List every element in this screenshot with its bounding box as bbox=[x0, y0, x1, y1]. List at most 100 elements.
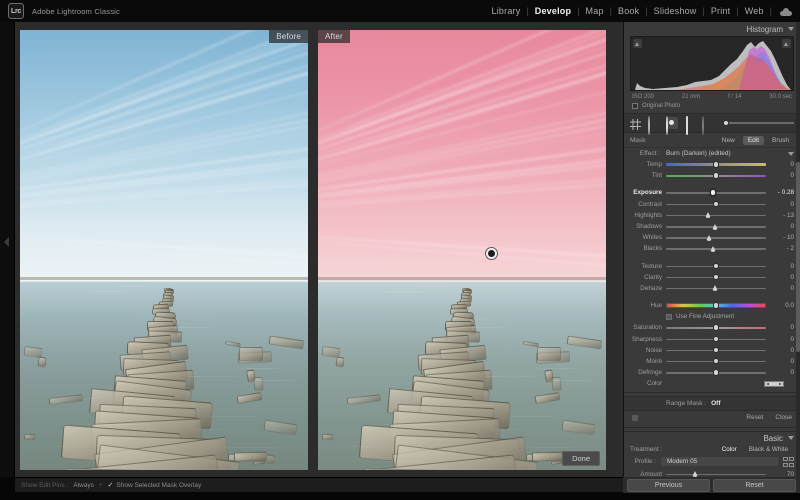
basic-panel-header[interactable]: Basic bbox=[624, 431, 800, 444]
slider-knob[interactable] bbox=[713, 358, 720, 365]
slider-knob[interactable] bbox=[713, 369, 720, 376]
module-book[interactable]: Book bbox=[612, 6, 645, 16]
slider-value[interactable]: 0 bbox=[770, 347, 794, 354]
fine-adjustment-checkbox[interactable]: Use Fine Adjustment bbox=[624, 311, 800, 322]
slider-track-defringe[interactable] bbox=[666, 371, 766, 374]
slider-knob[interactable] bbox=[713, 263, 720, 270]
slider-track-saturation[interactable] bbox=[666, 326, 766, 329]
red-eye-icon[interactable] bbox=[684, 117, 696, 129]
slider-value[interactable]: 0 bbox=[770, 358, 794, 365]
slider-track-moir[interactable] bbox=[666, 360, 766, 363]
color-swatch[interactable] bbox=[764, 381, 784, 387]
crop-overlay-icon[interactable] bbox=[630, 117, 642, 129]
slider-track-shadows[interactable] bbox=[666, 225, 766, 228]
slider-knob[interactable] bbox=[713, 161, 720, 168]
amount-slider[interactable] bbox=[666, 473, 766, 476]
slider-knob[interactable] bbox=[713, 201, 720, 208]
slider-value[interactable]: 0 bbox=[770, 274, 794, 281]
slider-value[interactable]: 0 bbox=[770, 172, 794, 179]
slider-track-temp[interactable] bbox=[666, 163, 766, 166]
effect-row[interactable]: Effect : Burn (Darken) (edited) bbox=[624, 147, 800, 159]
slider-value[interactable]: 0.0 bbox=[770, 302, 794, 309]
profile-browser-icon[interactable] bbox=[783, 457, 795, 467]
slider-value[interactable]: 0 bbox=[770, 201, 794, 208]
slider-value[interactable]: - 2 bbox=[770, 245, 794, 252]
slider-track-hue[interactable] bbox=[666, 304, 766, 307]
left-panel-collapsed[interactable] bbox=[0, 22, 15, 477]
done-button[interactable]: Done bbox=[562, 451, 600, 466]
chevron-down-icon[interactable] bbox=[788, 152, 794, 156]
mask-close-button[interactable]: Close bbox=[775, 414, 792, 421]
module-slideshow[interactable]: Slideshow bbox=[648, 6, 703, 16]
module-print[interactable]: Print bbox=[705, 6, 737, 16]
slider-knob[interactable] bbox=[710, 189, 717, 196]
slider-knob[interactable] bbox=[713, 347, 720, 354]
slider-track-noise[interactable] bbox=[666, 349, 766, 352]
slider-track-exposure[interactable] bbox=[666, 191, 766, 194]
range-mask-value[interactable]: Off bbox=[711, 400, 720, 407]
slider-track-clarity[interactable] bbox=[666, 276, 766, 279]
slider-track-texture[interactable] bbox=[666, 265, 766, 268]
slider-value[interactable]: 0 bbox=[770, 336, 794, 343]
edit-pin[interactable] bbox=[486, 248, 497, 259]
mask-brush-button[interactable]: Brush bbox=[767, 136, 794, 145]
masking-icon[interactable] bbox=[666, 117, 678, 129]
chevron-right-icon[interactable] bbox=[4, 237, 9, 247]
show-mask-overlay-checkbox[interactable]: ✓ Show Selected Mask Overlay bbox=[108, 482, 202, 489]
before-pane[interactable]: Before bbox=[20, 30, 308, 470]
slider-value[interactable]: 0 bbox=[770, 369, 794, 376]
module-library[interactable]: Library bbox=[486, 6, 527, 16]
radial-filter-icon[interactable] bbox=[702, 117, 714, 129]
slider-knob[interactable] bbox=[706, 235, 712, 241]
module-map[interactable]: Map bbox=[580, 6, 610, 16]
mask-edit-button[interactable]: Edit bbox=[743, 136, 764, 145]
mask-color-row[interactable]: Color bbox=[624, 378, 800, 389]
treatment-bw-option[interactable]: Black & White bbox=[743, 446, 794, 453]
reset-button[interactable]: Reset bbox=[713, 479, 796, 492]
slider-track-blacks[interactable] bbox=[666, 247, 766, 250]
right-panel-scrollbar[interactable] bbox=[796, 22, 800, 477]
tool-amount-slider[interactable] bbox=[724, 122, 794, 124]
module-web[interactable]: Web bbox=[739, 6, 770, 16]
range-mask-row[interactable]: Range Mask : Off bbox=[624, 396, 800, 411]
slider-track-dehaze[interactable] bbox=[666, 287, 766, 290]
slider-knob[interactable] bbox=[713, 302, 720, 309]
slider-track-sharpness[interactable] bbox=[666, 338, 766, 341]
slider-value[interactable]: - 10 bbox=[770, 234, 794, 241]
mask-reset-button[interactable]: Reset bbox=[746, 414, 763, 421]
slider-value[interactable]: 0 bbox=[770, 285, 794, 292]
slider-value[interactable]: 0 bbox=[770, 161, 794, 168]
slider-knob[interactable] bbox=[713, 274, 720, 281]
after-pane[interactable]: After Done bbox=[318, 30, 606, 470]
slider-knob[interactable] bbox=[713, 172, 720, 179]
treatment-color-option[interactable]: Color bbox=[716, 446, 743, 453]
slider-knob[interactable] bbox=[712, 285, 718, 291]
slider-value[interactable]: 0 bbox=[770, 223, 794, 230]
slider-track-whites[interactable] bbox=[666, 236, 766, 239]
previous-button[interactable]: Previous bbox=[627, 479, 710, 492]
slider-value[interactable]: 0 bbox=[770, 324, 794, 331]
slider-track-contrast[interactable] bbox=[666, 203, 766, 206]
histogram-graph[interactable] bbox=[630, 36, 794, 91]
original-photo-toggle[interactable]: Original Photo bbox=[624, 100, 800, 113]
slider-track-tint[interactable] bbox=[666, 174, 766, 177]
slider-knob[interactable] bbox=[712, 224, 718, 230]
slider-value[interactable]: - 13 bbox=[770, 212, 794, 219]
slider-knob[interactable] bbox=[713, 324, 720, 331]
scrollbar-thumb[interactable] bbox=[796, 162, 800, 352]
chevron-down-icon[interactable] bbox=[788, 436, 794, 440]
slider-value[interactable]: 0 bbox=[770, 263, 794, 270]
spot-removal-icon[interactable] bbox=[648, 117, 660, 129]
slider-knob[interactable] bbox=[705, 212, 711, 218]
chevron-down-icon[interactable] bbox=[788, 27, 794, 31]
profile-value[interactable]: Modern 05 bbox=[661, 457, 778, 466]
switch-icon[interactable] bbox=[632, 415, 638, 421]
stepper-icon[interactable]: ÷ bbox=[99, 482, 103, 489]
slider-value[interactable]: - 0.28 bbox=[770, 189, 794, 196]
mask-new-button[interactable]: New bbox=[717, 136, 740, 145]
histogram-header[interactable]: Histogram bbox=[624, 22, 800, 36]
slider-knob[interactable] bbox=[713, 336, 720, 343]
show-edit-pins-value[interactable]: Always bbox=[73, 482, 94, 489]
effect-value[interactable]: Burn (Darken) (edited) bbox=[666, 150, 782, 157]
slider-knob[interactable] bbox=[710, 246, 716, 252]
